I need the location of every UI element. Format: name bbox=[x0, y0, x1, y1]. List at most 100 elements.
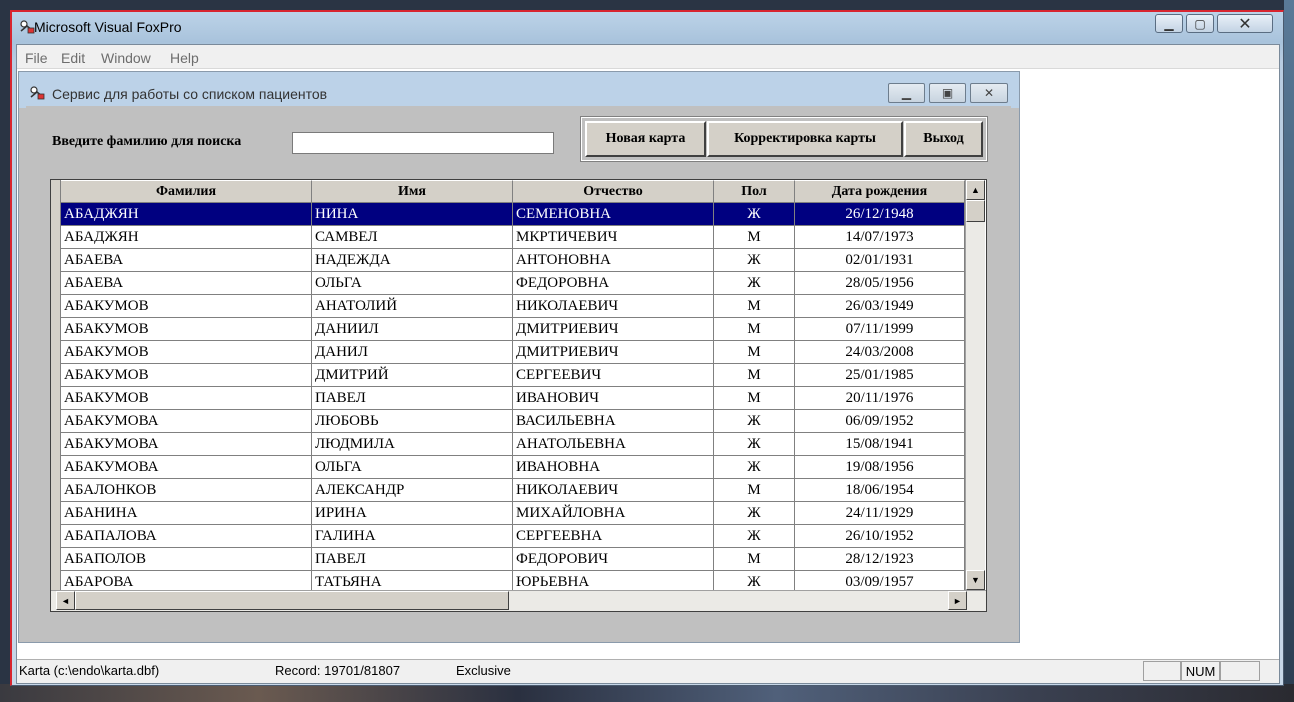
cell-patronymic[interactable]: НИКОЛАЕВИЧ bbox=[513, 295, 714, 318]
exit-button[interactable]: Выход bbox=[904, 121, 983, 157]
cell-birthdate[interactable]: 26/03/1949 bbox=[795, 295, 965, 318]
cell-name[interactable]: НИНА bbox=[312, 203, 513, 226]
scroll-left-button[interactable]: ◄ bbox=[56, 591, 75, 610]
cell-birthdate[interactable]: 20/11/1976 bbox=[795, 387, 965, 410]
table-row[interactable]: АБАДЖЯН САМВЕЛ МКРТИЧЕВИЧ М 14/07/1973 bbox=[61, 226, 965, 249]
cell-surname[interactable]: АБАЕВА bbox=[61, 249, 312, 272]
column-header-birthdate[interactable]: Дата рождения bbox=[795, 180, 965, 203]
cell-birthdate[interactable]: 26/12/1948 bbox=[795, 203, 965, 226]
cell-sex[interactable]: М bbox=[714, 548, 795, 571]
cell-name[interactable]: ДАНИЛ bbox=[312, 341, 513, 364]
cell-patronymic[interactable]: ФЕДОРОВНА bbox=[513, 272, 714, 295]
cell-patronymic[interactable]: ФЕДОРОВИЧ bbox=[513, 548, 714, 571]
cell-birthdate[interactable]: 28/12/1923 bbox=[795, 548, 965, 571]
cell-sex[interactable]: Ж bbox=[714, 571, 795, 590]
cell-name[interactable]: ДАНИИЛ bbox=[312, 318, 513, 341]
cell-patronymic[interactable]: АНТОНОВНА bbox=[513, 249, 714, 272]
cell-surname[interactable]: АБАКУМОВ bbox=[61, 318, 312, 341]
cell-birthdate[interactable]: 06/09/1952 bbox=[795, 410, 965, 433]
new-card-button[interactable]: Новая карта bbox=[585, 121, 706, 157]
table-row[interactable]: АБАКУМОВ ДАНИЛ ДМИТРИЕВИЧ М 24/03/2008 bbox=[61, 341, 965, 364]
table-row[interactable]: АБАРОВА ТАТЬЯНА ЮРЬЕВНА Ж 03/09/1957 bbox=[61, 571, 965, 590]
cell-name[interactable]: ПАВЕЛ bbox=[312, 548, 513, 571]
cell-surname[interactable]: АБАКУМОВ bbox=[61, 364, 312, 387]
cell-sex[interactable]: Ж bbox=[714, 525, 795, 548]
cell-sex[interactable]: М bbox=[714, 318, 795, 341]
cell-sex[interactable]: М bbox=[714, 479, 795, 502]
cell-sex[interactable]: М bbox=[714, 364, 795, 387]
cell-surname[interactable]: АБАКУМОВА bbox=[61, 456, 312, 479]
cell-birthdate[interactable]: 26/10/1952 bbox=[795, 525, 965, 548]
cell-surname[interactable]: АБАКУМОВА bbox=[61, 410, 312, 433]
cell-patronymic[interactable]: ВАСИЛЬЕВНА bbox=[513, 410, 714, 433]
cell-sex[interactable]: Ж bbox=[714, 502, 795, 525]
cell-name[interactable]: ГАЛИНА bbox=[312, 525, 513, 548]
cell-name[interactable]: НАДЕЖДА bbox=[312, 249, 513, 272]
cell-surname[interactable]: АБАКУМОВ bbox=[61, 295, 312, 318]
cell-surname[interactable]: АБАРОВА bbox=[61, 571, 312, 590]
cell-birthdate[interactable]: 07/11/1999 bbox=[795, 318, 965, 341]
cell-surname[interactable]: АБАДЖЯН bbox=[61, 203, 312, 226]
cell-name[interactable]: АНАТОЛИЙ bbox=[312, 295, 513, 318]
cell-name[interactable]: ПАВЕЛ bbox=[312, 387, 513, 410]
table-row[interactable]: АБАПОЛОВ ПАВЕЛ ФЕДОРОВИЧ М 28/12/1923 bbox=[61, 548, 965, 571]
table-row[interactable]: АБАПАЛОВА ГАЛИНА СЕРГЕЕВНА Ж 26/10/1952 bbox=[61, 525, 965, 548]
cell-patronymic[interactable]: ИВАНОВИЧ bbox=[513, 387, 714, 410]
menu-edit[interactable]: Edit bbox=[61, 50, 85, 66]
menu-file[interactable]: File bbox=[25, 50, 48, 66]
record-selector-column[interactable] bbox=[51, 180, 61, 590]
cell-birthdate[interactable]: 19/08/1956 bbox=[795, 456, 965, 479]
form-close-button[interactable]: ✕ bbox=[970, 83, 1008, 103]
column-header-name[interactable]: Имя bbox=[312, 180, 513, 203]
cell-patronymic[interactable]: АНАТОЛЬЕВНА bbox=[513, 433, 714, 456]
scroll-right-button[interactable]: ► bbox=[948, 591, 967, 610]
cell-name[interactable]: ОЛЬГА bbox=[312, 456, 513, 479]
cell-birthdate[interactable]: 18/06/1954 bbox=[795, 479, 965, 502]
cell-surname[interactable]: АБАПАЛОВА bbox=[61, 525, 312, 548]
column-header-surname[interactable]: Фамилия bbox=[61, 180, 312, 203]
cell-birthdate[interactable]: 15/08/1941 bbox=[795, 433, 965, 456]
cell-birthdate[interactable]: 28/05/1956 bbox=[795, 272, 965, 295]
menu-help[interactable]: Help bbox=[170, 50, 199, 66]
table-row[interactable]: АБАКУМОВА ОЛЬГА ИВАНОВНА Ж 19/08/1956 bbox=[61, 456, 965, 479]
cell-name[interactable]: ДМИТРИЙ bbox=[312, 364, 513, 387]
cell-name[interactable]: АЛЕКСАНДР bbox=[312, 479, 513, 502]
form-minimize-button[interactable]: ▁ bbox=[888, 83, 925, 103]
table-row[interactable]: АБАКУМОВА ЛЮБОВЬ ВАСИЛЬЕВНА Ж 06/09/1952 bbox=[61, 410, 965, 433]
cell-birthdate[interactable]: 14/07/1973 bbox=[795, 226, 965, 249]
cell-birthdate[interactable]: 03/09/1957 bbox=[795, 571, 965, 590]
cell-patronymic[interactable]: ДМИТРИЕВИЧ bbox=[513, 341, 714, 364]
table-row[interactable]: АБАЕВА ОЛЬГА ФЕДОРОВНА Ж 28/05/1956 bbox=[61, 272, 965, 295]
cell-patronymic[interactable]: МКРТИЧЕВИЧ bbox=[513, 226, 714, 249]
scroll-down-button[interactable]: ▼ bbox=[966, 570, 985, 590]
cell-patronymic[interactable]: СЕРГЕЕВНА bbox=[513, 525, 714, 548]
table-row[interactable]: АБАКУМОВА ЛЮДМИЛА АНАТОЛЬЕВНА Ж 15/08/1941 bbox=[61, 433, 965, 456]
cell-patronymic[interactable]: ИВАНОВНА bbox=[513, 456, 714, 479]
cell-patronymic[interactable]: ДМИТРИЕВИЧ bbox=[513, 318, 714, 341]
horizontal-scroll-thumb[interactable] bbox=[75, 591, 509, 610]
table-row[interactable]: АБАКУМОВ ПАВЕЛ ИВАНОВИЧ М 20/11/1976 bbox=[61, 387, 965, 410]
vertical-scroll-thumb[interactable] bbox=[966, 200, 985, 222]
cell-surname[interactable]: АБАДЖЯН bbox=[61, 226, 312, 249]
table-row[interactable]: АБАКУМОВ АНАТОЛИЙ НИКОЛАЕВИЧ М 26/03/1949 bbox=[61, 295, 965, 318]
cell-sex[interactable]: М bbox=[714, 341, 795, 364]
cell-sex[interactable]: Ж bbox=[714, 433, 795, 456]
minimize-button[interactable]: ▁ bbox=[1155, 14, 1183, 33]
table-row[interactable]: АБАНИНА ИРИНА МИХАЙЛОВНА Ж 24/11/1929 bbox=[61, 502, 965, 525]
column-header-sex[interactable]: Пол bbox=[714, 180, 795, 203]
cell-sex[interactable]: М bbox=[714, 226, 795, 249]
cell-name[interactable]: САМВЕЛ bbox=[312, 226, 513, 249]
cell-patronymic[interactable]: НИКОЛАЕВИЧ bbox=[513, 479, 714, 502]
cell-name[interactable]: ТАТЬЯНА bbox=[312, 571, 513, 590]
cell-name[interactable]: ОЛЬГА bbox=[312, 272, 513, 295]
edit-card-button[interactable]: Корректировка карты bbox=[707, 121, 903, 157]
cell-patronymic[interactable]: ЮРЬЕВНА bbox=[513, 571, 714, 590]
cell-birthdate[interactable]: 24/11/1929 bbox=[795, 502, 965, 525]
cell-sex[interactable]: Ж bbox=[714, 249, 795, 272]
cell-patronymic[interactable]: МИХАЙЛОВНА bbox=[513, 502, 714, 525]
table-row[interactable]: АБАЛОНКОВ АЛЕКСАНДР НИКОЛАЕВИЧ М 18/06/1954 bbox=[61, 479, 965, 502]
cell-sex[interactable]: М bbox=[714, 295, 795, 318]
cell-birthdate[interactable]: 25/01/1985 bbox=[795, 364, 965, 387]
cell-name[interactable]: ИРИНА bbox=[312, 502, 513, 525]
cell-sex[interactable]: М bbox=[714, 387, 795, 410]
